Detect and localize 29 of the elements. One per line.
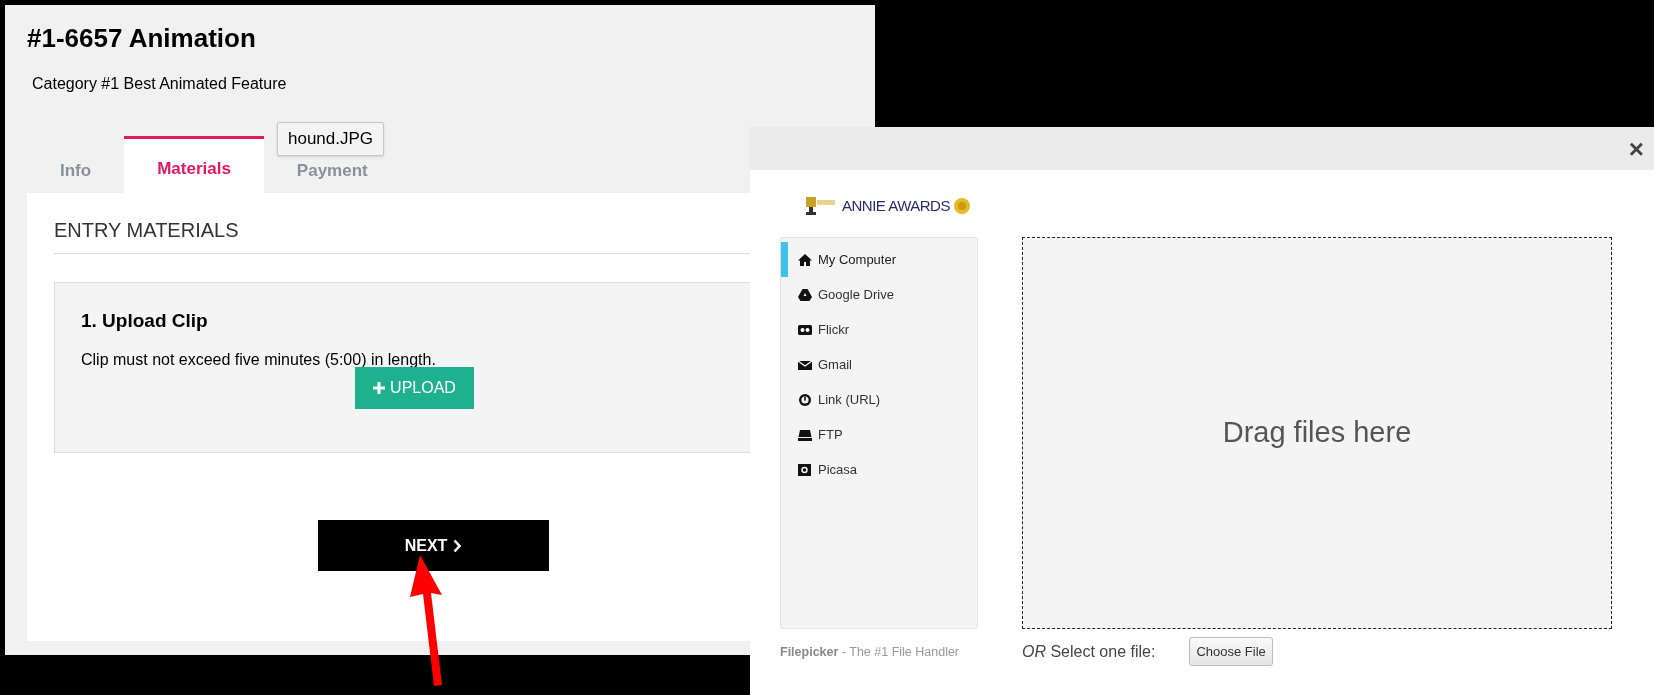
step-title: 1. Upload Clip <box>81 309 208 333</box>
choose-file-button[interactable]: Choose File <box>1189 637 1273 666</box>
section-heading: ENTRY MATERIALS <box>54 218 239 243</box>
camera-icon <box>798 462 812 477</box>
source-item[interactable]: Link (URL) <box>781 382 977 417</box>
close-button[interactable]: × <box>1628 135 1644 162</box>
category-label: Category #1 Best Animated Feature <box>32 74 287 94</box>
drop-zone-label: Drag files here <box>1222 415 1412 451</box>
source-item[interactable]: Flickr <box>781 312 977 347</box>
source-item[interactable]: Google Drive <box>781 277 977 312</box>
source-item[interactable]: FTP <box>781 417 977 452</box>
logo-text: ANNIE AWARDS <box>842 195 950 216</box>
plus-icon <box>373 381 386 394</box>
page-title: #1-6657 Animation <box>27 22 256 55</box>
tooltip: hound.JPG <box>277 122 385 156</box>
home-icon <box>798 252 812 267</box>
next-button[interactable]: NEXT <box>318 520 549 571</box>
badge-icon <box>953 198 970 214</box>
source-item[interactable]: My Computer <box>781 242 977 277</box>
source-item[interactable]: Gmail <box>781 347 977 382</box>
triangle-icon <box>798 287 812 302</box>
select-file-label: OR Select one file: <box>1022 641 1156 662</box>
circle-icon <box>798 392 812 407</box>
tab[interactable]: Materials <box>124 136 264 193</box>
two-dots-icon <box>798 322 812 337</box>
source-item[interactable]: Picasa <box>781 452 977 487</box>
drive-icon <box>798 427 812 442</box>
footer-text: Filepicker - The #1 File Handler <box>780 644 960 661</box>
chevron-right-icon <box>453 538 463 553</box>
